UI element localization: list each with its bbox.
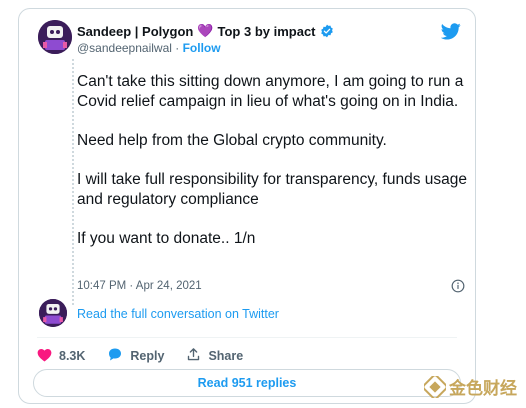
reply-bubble-icon [107,347,130,365]
author-handle-row: @sandeepnailwal · Follow [77,41,221,55]
tweet-paragraph: Need help from the Global crypto communi… [77,132,387,149]
like-count: 8.3K [59,349,86,363]
conversation-avatar [39,299,67,327]
author-name[interactable]: Sandeep | Polygon [77,24,193,39]
watermark-text: 金色财经 [449,379,517,398]
share-button[interactable]: Share [186,347,243,365]
divider [37,337,457,338]
share-upload-icon [186,347,208,365]
share-label: Share [208,349,244,363]
action-bar: 8.3K Reply Share [37,347,265,365]
heart-icon [37,348,59,365]
tweet-body: Can't take this sitting down anymore, I … [77,72,477,249]
read-full-conversation-link[interactable]: Read the full conversation on Twitter [77,307,279,321]
reply-label: Reply [130,349,165,363]
tweet-paragraph: I will take full responsibility for tran… [77,171,467,208]
verified-badge-icon [320,24,334,38]
reply-button[interactable]: Reply [107,347,164,365]
follow-button[interactable]: Follow [183,41,221,55]
handle-separator: · [171,41,183,55]
read-replies-button[interactable]: Read 951 replies [33,369,461,397]
golden-finance-logo-icon [422,374,448,399]
read-replies-label: Read 951 replies [197,376,297,390]
tweet-paragraph: If you want to donate.. 1/n [77,230,256,247]
twitter-bird-icon[interactable] [440,23,461,45]
tweet-timestamp[interactable]: 10:47 PM · Apr 24, 2021 [77,280,202,292]
watermark-logo: 金色财经 [422,374,517,399]
thread-connector-line [72,59,74,305]
tweet-meta-row: 10:47 PM · Apr 24, 2021 [77,279,465,293]
tweet-card: Sandeep | Polygon 💜 Top 3 by impact @san… [18,8,476,404]
author-title-suffix[interactable]: Top 3 by impact [218,24,316,39]
author-name-row[interactable]: Sandeep | Polygon 💜 Top 3 by impact [77,23,334,39]
like-button[interactable]: 8.3K [37,348,85,365]
author-avatar[interactable] [38,20,72,54]
author-handle[interactable]: @sandeepnailwal [77,41,172,55]
info-icon[interactable] [451,279,465,293]
tweet-paragraph: Can't take this sitting down anymore, I … [77,73,464,110]
purple-heart-emoji: 💜 [197,23,214,38]
